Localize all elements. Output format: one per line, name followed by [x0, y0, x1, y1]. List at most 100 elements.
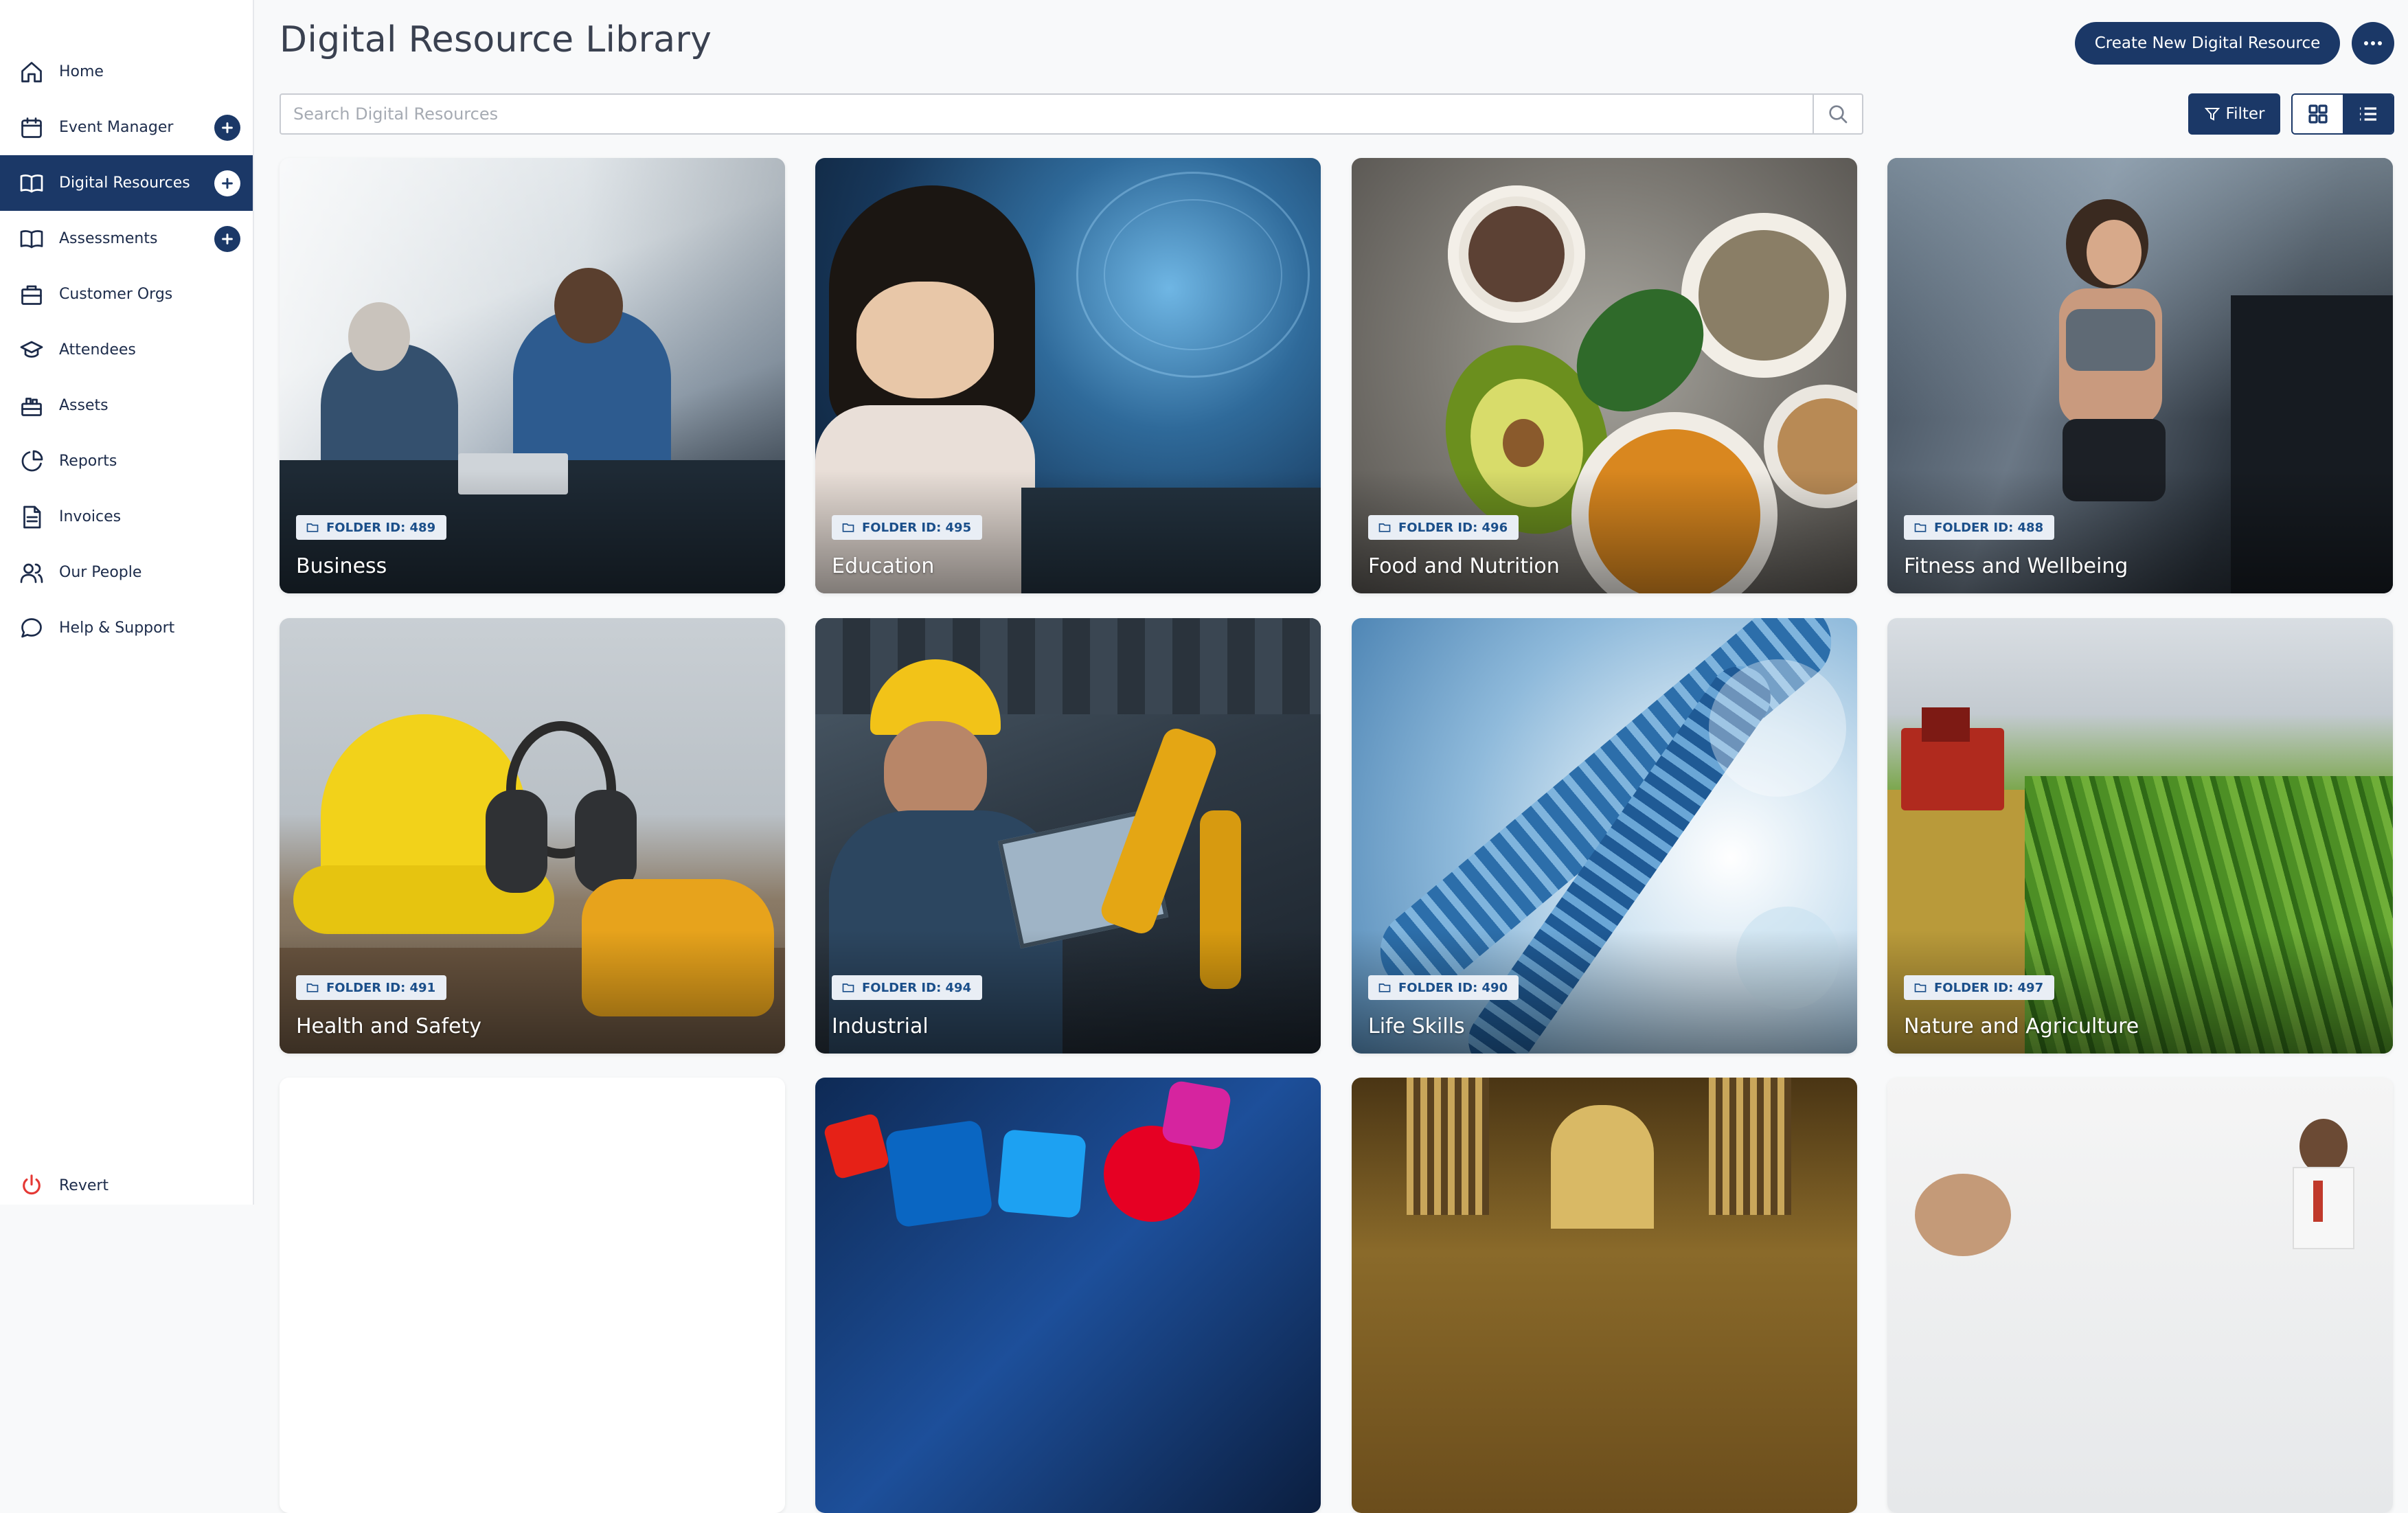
- card-title: Industrial: [832, 1014, 929, 1038]
- plus-icon: [222, 233, 233, 244]
- add-assessment-button[interactable]: [214, 225, 240, 252]
- resource-card-business[interactable]: FOLDER ID: 489 Business: [280, 158, 785, 593]
- sidebar-item-invoices[interactable]: Invoices: [0, 489, 253, 545]
- dot: [2364, 41, 2368, 45]
- add-event-button[interactable]: [214, 114, 240, 141]
- resource-card-food-and-nutrition[interactable]: FOLDER ID: 496 Food and Nutrition: [1352, 158, 1857, 593]
- sidebar-item-label: Digital Resources: [59, 174, 190, 192]
- resource-card-health-and-safety[interactable]: FOLDER ID: 491 Health and Safety: [280, 618, 785, 1054]
- grid-view-button[interactable]: [2293, 95, 2343, 133]
- revert-label: Revert: [59, 1176, 109, 1194]
- invoice-icon: [18, 503, 45, 531]
- more-options-button[interactable]: [2352, 22, 2394, 65]
- card-title: Education: [832, 554, 935, 578]
- power-icon: [18, 1172, 45, 1199]
- sidebar-item-assessments[interactable]: Assessments: [0, 211, 253, 266]
- people-icon: [18, 559, 45, 587]
- graduation-cap-icon: [18, 337, 45, 364]
- sidebar-item-label: Event Manager: [59, 119, 174, 136]
- card-title: Fitness and Wellbeing: [1904, 554, 2128, 578]
- sidebar-item-label: Assets: [59, 397, 109, 414]
- plus-icon: [222, 177, 233, 189]
- sidebar-item-assets[interactable]: Assets: [0, 378, 253, 433]
- chat-bubble-icon: [18, 615, 45, 642]
- card-title: Life Skills: [1368, 1014, 1465, 1038]
- grid-icon: [2308, 104, 2328, 124]
- create-digital-resource-button[interactable]: Create New Digital Resource: [2075, 22, 2340, 65]
- folder-id-badge: FOLDER ID: 496: [1368, 515, 1519, 540]
- list-view-button[interactable]: [2343, 95, 2393, 133]
- folder-icon: [842, 523, 854, 532]
- resource-card-nature-and-agriculture[interactable]: FOLDER ID: 497 Nature and Agriculture: [1887, 618, 2393, 1054]
- search-button[interactable]: [1813, 95, 1862, 133]
- sidebar-item-label: Attendees: [59, 341, 136, 359]
- filter-label: Filter: [2225, 105, 2265, 123]
- sidebar-item-our-people[interactable]: Our People: [0, 545, 253, 600]
- card-title: Nature and Agriculture: [1904, 1014, 2139, 1038]
- card-image: [280, 1078, 785, 1513]
- book-icon: [18, 170, 45, 197]
- page-title: Digital Resource Library: [280, 19, 712, 60]
- card-image: [1887, 1078, 2393, 1513]
- search-input[interactable]: [281, 95, 1813, 133]
- dot: [2378, 41, 2382, 45]
- resource-card-education[interactable]: FOLDER ID: 495 Education: [815, 158, 1321, 593]
- folder-id-badge: FOLDER ID: 495: [832, 515, 983, 540]
- add-digital-resource-button[interactable]: [214, 170, 240, 196]
- folder-icon: [1378, 523, 1391, 532]
- calendar-icon: [18, 114, 45, 141]
- folder-id: FOLDER ID: 491: [326, 980, 436, 995]
- sidebar-item-reports[interactable]: Reports: [0, 433, 253, 489]
- folder-id: FOLDER ID: 488: [1934, 520, 2044, 535]
- resource-card-life-skills[interactable]: FOLDER ID: 490 Life Skills: [1352, 618, 1857, 1054]
- folder-icon: [306, 523, 319, 532]
- sidebar-item-home[interactable]: Home: [0, 44, 253, 100]
- folder-id: FOLDER ID: 495: [862, 520, 972, 535]
- sidebar-item-label: Reports: [59, 453, 117, 470]
- filter-icon: [2204, 108, 2220, 121]
- list-icon: [2359, 107, 2376, 121]
- folder-id-badge: FOLDER ID: 490: [1368, 975, 1519, 1000]
- folder-id-badge: FOLDER ID: 488: [1904, 515, 2055, 540]
- folder-id: FOLDER ID: 496: [1398, 520, 1508, 535]
- card-title: Food and Nutrition: [1368, 554, 1560, 578]
- revert-button[interactable]: Revert: [0, 1166, 253, 1205]
- resource-card[interactable]: [1352, 1078, 1857, 1513]
- resource-card[interactable]: [1887, 1078, 2393, 1513]
- card-image: [815, 1078, 1321, 1513]
- resource-card-industrial[interactable]: FOLDER ID: 494 Industrial: [815, 618, 1321, 1054]
- home-icon: [18, 58, 45, 86]
- assets-icon: [18, 392, 45, 420]
- sidebar-item-attendees[interactable]: Attendees: [0, 322, 253, 378]
- folder-id-badge: FOLDER ID: 491: [296, 975, 447, 1000]
- sidebar-item-customer-orgs[interactable]: Customer Orgs: [0, 266, 253, 322]
- sidebar-nav: Home Event Manager Digital Resources Ass…: [0, 44, 253, 656]
- sidebar-item-digital-resources[interactable]: Digital Resources: [0, 155, 253, 211]
- sidebar-item-label: Help & Support: [59, 619, 175, 637]
- folder-icon: [842, 983, 854, 992]
- building-icon: [18, 281, 45, 308]
- folder-icon: [1914, 983, 1927, 992]
- sidebar-item-label: Our People: [59, 564, 142, 581]
- view-toggle: [2291, 93, 2394, 135]
- resource-card-fitness-and-wellbeing[interactable]: FOLDER ID: 488 Fitness and Wellbeing: [1887, 158, 2393, 593]
- sidebar: Home Event Manager Digital Resources Ass…: [0, 0, 254, 1205]
- folder-id: FOLDER ID: 489: [326, 520, 436, 535]
- folder-id-badge: FOLDER ID: 497: [1904, 975, 2055, 1000]
- sidebar-item-event-manager[interactable]: Event Manager: [0, 100, 253, 155]
- sidebar-item-label: Invoices: [59, 508, 122, 525]
- sidebar-item-help-support[interactable]: Help & Support: [0, 600, 253, 656]
- folder-id: FOLDER ID: 490: [1398, 980, 1508, 995]
- sidebar-item-label: Customer Orgs: [59, 286, 173, 303]
- folder-icon: [306, 983, 319, 992]
- sidebar-item-label: Assessments: [59, 230, 158, 247]
- folder-id: FOLDER ID: 494: [862, 980, 972, 995]
- card-image: [1352, 1078, 1857, 1513]
- resource-card[interactable]: [280, 1078, 785, 1513]
- search-icon: [1829, 105, 1848, 124]
- dot: [2371, 41, 2375, 45]
- folder-icon: [1378, 983, 1391, 992]
- filter-button[interactable]: Filter: [2188, 93, 2280, 135]
- resource-card[interactable]: [815, 1078, 1321, 1513]
- folder-id: FOLDER ID: 497: [1934, 980, 2044, 995]
